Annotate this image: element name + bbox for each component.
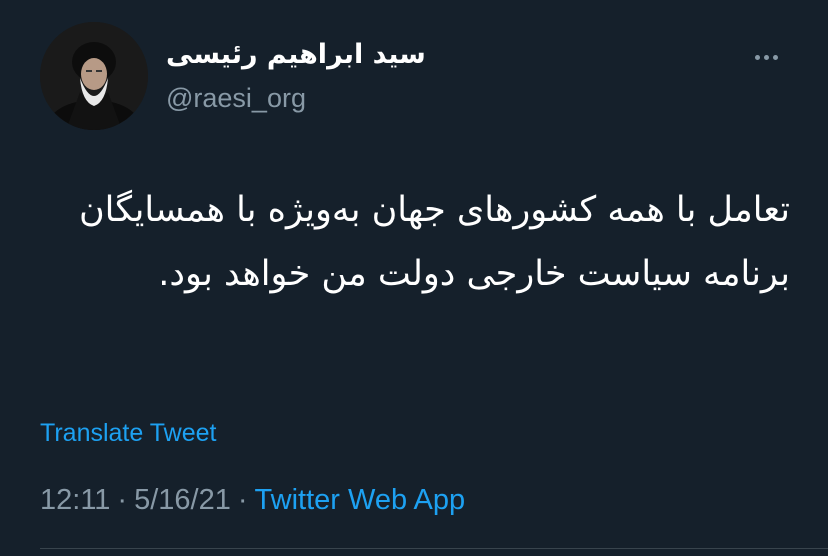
tweet-date[interactable]: 5/16/21: [134, 484, 231, 516]
tweet-source-link[interactable]: Twitter Web App: [255, 484, 466, 516]
more-icon[interactable]: [744, 46, 788, 68]
meta-separator: ·: [237, 484, 248, 516]
author-handle[interactable]: @raesi_org: [166, 80, 426, 116]
tweet-text: تعامل با همه کشورهای جهان به‌ویژه با همس…: [78, 190, 790, 294]
tweet-card: سید ابراهیم رئیسی @raesi_org تعامل با هم…: [0, 0, 828, 556]
translate-tweet-link[interactable]: Translate Tweet: [40, 416, 216, 450]
more-dot: [754, 54, 760, 60]
avatar[interactable]: [40, 22, 148, 130]
author-display-name[interactable]: سید ابراهیم رئیسی: [166, 36, 426, 74]
tweet-meta: 12:11 · 5/16/21 · Twitter Web App: [40, 480, 465, 520]
meta-separator: ·: [117, 484, 128, 516]
more-dot: [772, 54, 778, 60]
tweet-time[interactable]: 12:11: [40, 484, 110, 516]
avatar-portrait: [40, 22, 148, 130]
more-dot: [763, 54, 769, 60]
divider: [40, 548, 828, 549]
author-block: سید ابراهیم رئیسی @raesi_org: [166, 36, 426, 116]
